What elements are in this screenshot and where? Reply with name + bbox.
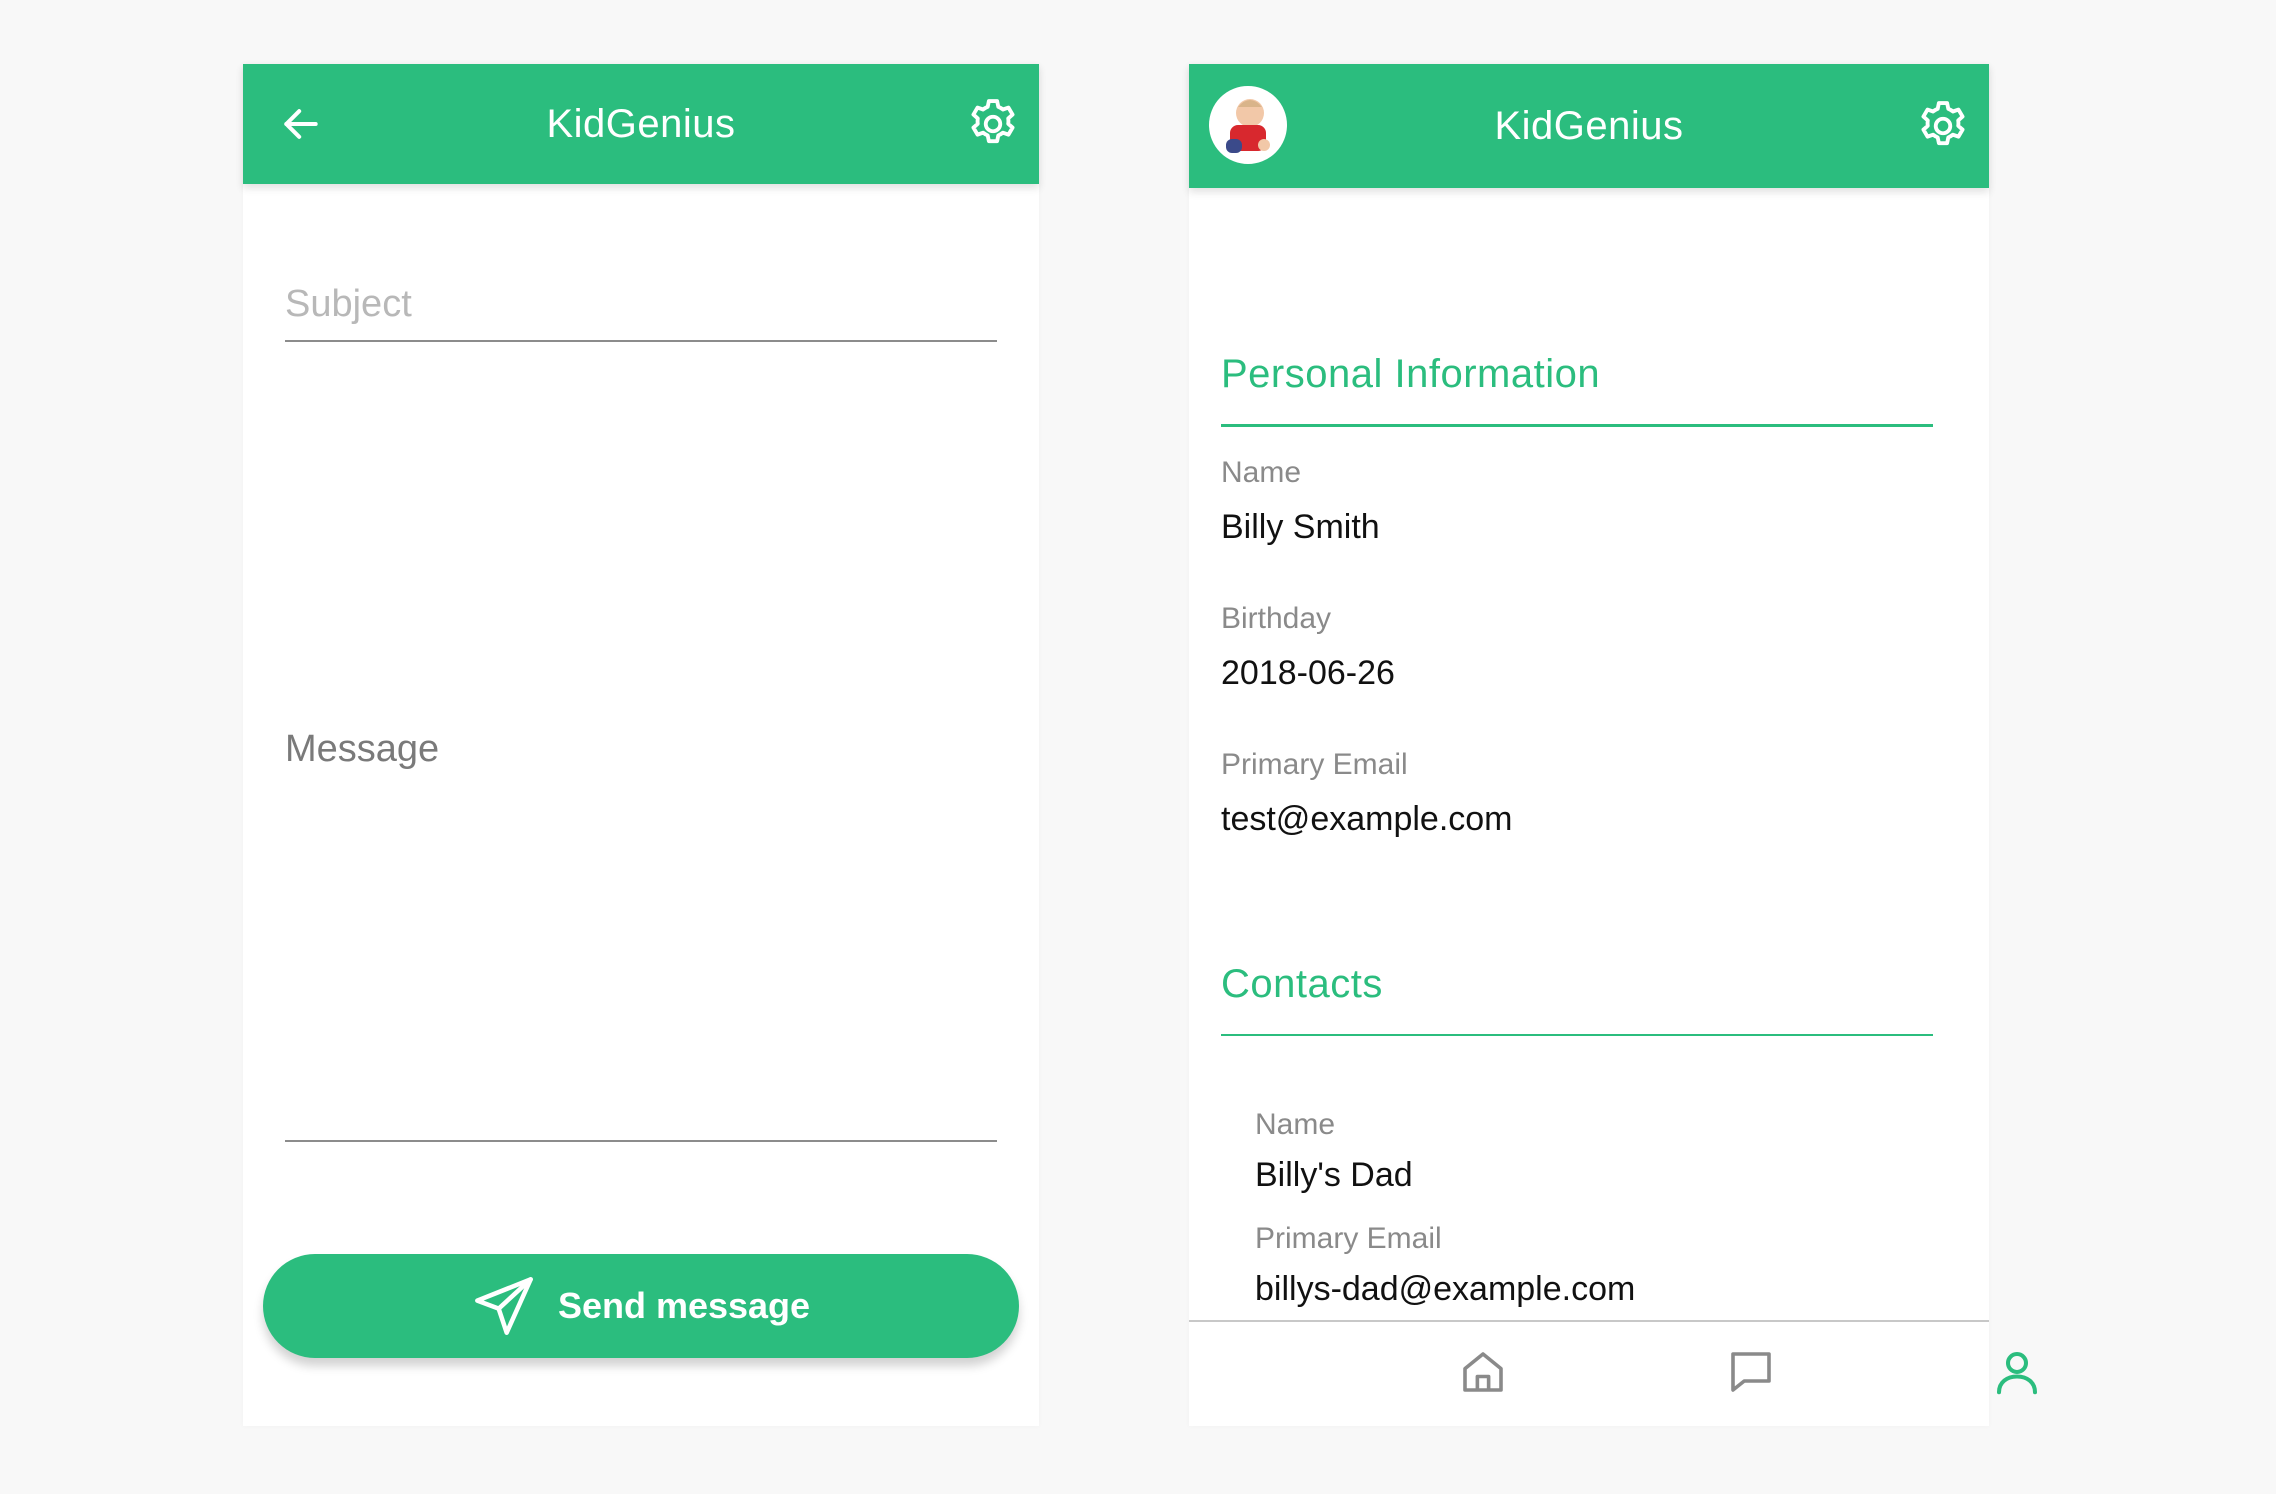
contacts-title: Contacts [1221,962,1383,1006]
paper-plane-icon [475,1277,533,1335]
contact-name-value: Billy's Dad [1255,1156,1413,1194]
contact-email-value: billys-dad@example.com [1255,1270,1636,1308]
avatar[interactable] [1209,86,1287,164]
message-input[interactable] [285,784,1001,1188]
gear-icon [971,99,1015,144]
nav-profile[interactable] [1985,1340,2049,1404]
person-icon [1996,1351,2038,1395]
back-button[interactable] [269,92,333,156]
primary-email-value: test@example.com [1221,800,1513,838]
personal-info-title: Personal Information [1221,352,1601,396]
message-underline [285,1140,997,1142]
bottom-navigation [1189,1320,2038,1426]
settings-button[interactable] [1911,94,1975,158]
chat-icon [1731,1352,1771,1392]
app-bar: KidGenius [1189,64,1989,188]
subject-underline [285,340,997,342]
settings-button[interactable] [961,92,1025,156]
home-icon [1463,1352,1503,1392]
send-message-label: Send message [557,1285,811,1326]
send-message-button[interactable]: Send message [263,1254,1019,1358]
personal-info-divider [1221,424,1933,427]
compose-screen: KidGenius Message Send message [243,64,1039,1426]
birthday-value: 2018-06-26 [1221,654,1395,692]
arrow-left-icon [284,109,318,139]
app-title: KidGenius [1494,103,1684,148]
app-bar: KidGenius [243,64,1039,184]
nav-messages[interactable] [1719,1340,1783,1404]
name-label: Name [1221,456,1302,489]
profile-screen: KidGenius Personal Information Name Bill… [1189,64,2038,1426]
name-value: Billy Smith [1221,508,1380,546]
nav-home[interactable] [1451,1340,1515,1404]
contacts-divider [1221,1034,1933,1036]
app-title: KidGenius [546,101,736,146]
birthday-label: Birthday [1221,602,1332,635]
child-avatar-image [1212,89,1284,161]
primary-email-label: Primary Email [1221,748,1408,781]
contact-email-label: Primary Email [1255,1222,1442,1255]
subject-input[interactable] [285,264,997,344]
message-label: Message [285,728,440,770]
contact-name-label: Name [1255,1108,1336,1141]
gear-icon [1921,101,1965,146]
